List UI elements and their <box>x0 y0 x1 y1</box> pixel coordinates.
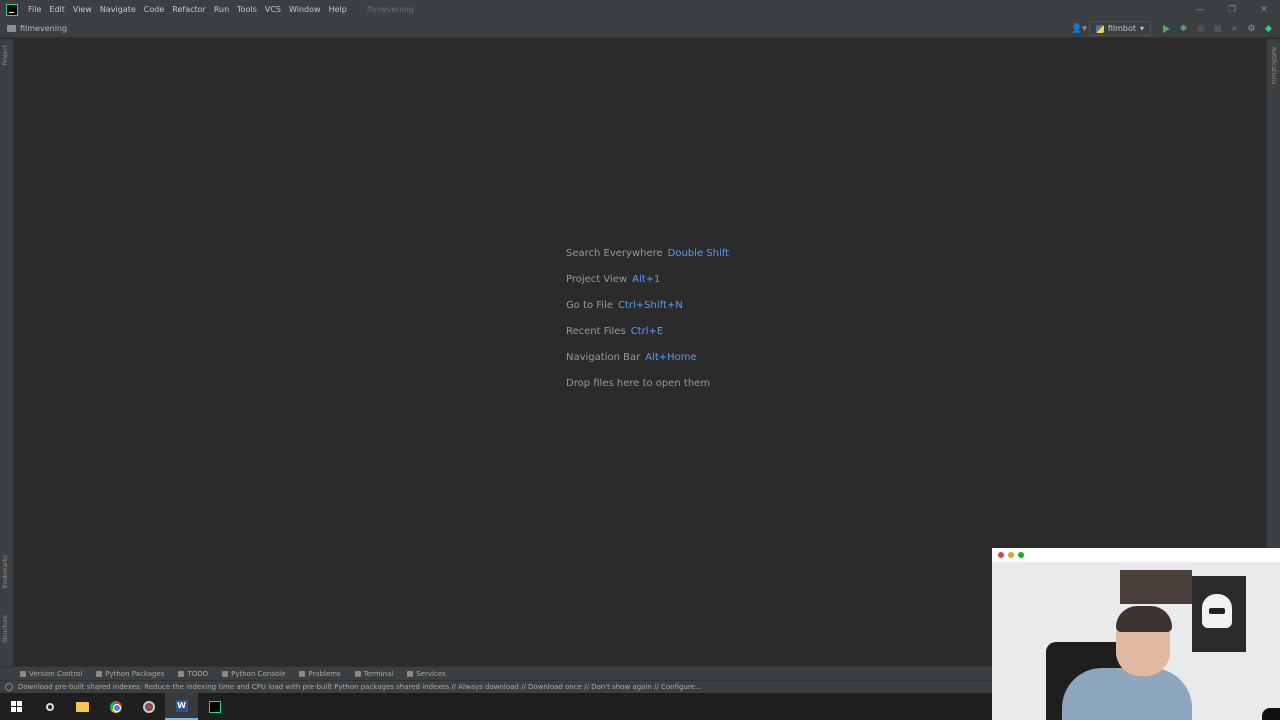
hint-drop-files: Drop files here to open them <box>566 378 711 389</box>
terminal-tab[interactable]: Terminal <box>354 670 393 678</box>
todo-tab[interactable]: TODO <box>178 670 208 678</box>
close-window-button[interactable]: ✕ <box>1248 0 1280 19</box>
hint-go-to-file: Go to File Ctrl+Shift+N <box>566 300 683 311</box>
menu-edit[interactable]: Edit <box>45 0 69 19</box>
bookmarks-tab[interactable]: Bookmarks <box>2 555 9 589</box>
stop-button[interactable]: ■ <box>1210 21 1225 36</box>
menu-navigate[interactable]: Navigate <box>96 0 140 19</box>
shelf-image <box>1120 570 1192 604</box>
hint-search-everywhere: Search Everywhere Double Shift <box>566 248 730 259</box>
notifications-tab[interactable]: Notifications <box>1270 47 1277 85</box>
restore-button[interactable]: ❐ <box>1216 0 1248 19</box>
version-control-tab[interactable]: Version Control <box>20 670 82 678</box>
info-icon <box>5 683 13 691</box>
word-icon: W <box>175 699 188 712</box>
chrome-icon <box>109 700 122 713</box>
branch-icon <box>20 670 26 677</box>
minimize-dot-icon[interactable] <box>1008 552 1014 558</box>
status-message[interactable]: Download pre-built shared indexes: Reduc… <box>18 683 702 691</box>
window-title: filmevening <box>366 5 414 14</box>
run-configuration-selector[interactable]: filmbot ▾ <box>1088 21 1151 36</box>
taskbar-search-button[interactable] <box>33 693 66 720</box>
run-config-label: filmbot <box>1107 24 1136 33</box>
close-dot-icon[interactable] <box>998 552 1004 558</box>
menu-code[interactable]: Code <box>140 0 168 19</box>
list-icon <box>178 670 185 677</box>
taskbar-recorder[interactable] <box>132 693 165 720</box>
search-icon[interactable]: ⌕ <box>1227 21 1242 36</box>
services-tab[interactable]: Services <box>407 670 446 678</box>
menu-help[interactable]: Help <box>325 0 351 19</box>
menu-bar: File Edit View Navigate Code Refactor Ru… <box>0 0 1280 19</box>
taskbar-file-explorer[interactable] <box>66 693 99 720</box>
menu-view[interactable]: View <box>69 0 96 19</box>
search-icon <box>45 702 54 711</box>
hint-navigation-bar: Navigation Bar Alt+Home <box>566 352 697 363</box>
menu-run[interactable]: Run <box>210 0 233 19</box>
menu-tools[interactable]: Tools <box>233 0 261 19</box>
ide-update-icon[interactable]: ◆ <box>1261 21 1276 36</box>
window-controls: — ❐ ✕ <box>1184 0 1280 19</box>
zoom-dot-icon[interactable] <box>1018 552 1024 558</box>
gear-icon[interactable]: ⚙ <box>1244 21 1259 36</box>
taskbar-chrome[interactable] <box>99 693 132 720</box>
hint-project-view: Project View Alt+1 <box>566 274 661 285</box>
record-icon <box>142 700 155 713</box>
chevron-down-icon: ▾ <box>1139 24 1144 33</box>
pycharm-icon <box>208 700 221 713</box>
menu-window[interactable]: Window <box>285 0 325 19</box>
structure-tab[interactable]: Structure <box>2 615 9 643</box>
play-icon <box>1163 24 1170 33</box>
left-tool-strip: Project Bookmarks Structure <box>0 39 14 666</box>
webcam-titlebar <box>992 548 1280 562</box>
webcam-overlay[interactable] <box>992 548 1280 720</box>
webcam-video <box>992 562 1280 720</box>
breadcrumb-project[interactable]: filmevening <box>20 24 67 33</box>
pycharm-logo-icon <box>6 3 18 16</box>
run-button[interactable] <box>1159 21 1174 36</box>
debug-button[interactable]: ✱ <box>1176 21 1191 36</box>
menu-vcs[interactable]: VCS <box>261 0 285 19</box>
package-icon <box>96 670 103 677</box>
folder-icon <box>76 701 89 712</box>
navigation-bar: filmevening 👤▾ filmbot ▾ ✱ ▣ ■ ⌕ ⚙ ◆ <box>0 19 1280 38</box>
coverage-button[interactable]: ▣ <box>1193 21 1208 36</box>
windows-logo-icon <box>11 701 22 712</box>
person-body-image <box>1062 668 1192 720</box>
account-icon[interactable]: 👤▾ <box>1071 21 1087 36</box>
python-packages-tab[interactable]: Python Packages <box>96 670 164 678</box>
hint-recent-files: Recent Files Ctrl+E <box>566 326 664 337</box>
helmet-image <box>1202 594 1232 628</box>
project-tab[interactable]: Project <box>2 45 9 66</box>
services-icon <box>407 670 414 677</box>
folder-icon <box>7 24 16 32</box>
python-console-tab[interactable]: Python Console <box>222 670 285 678</box>
empty-editor-hints: Search Everywhere Double Shift Project V… <box>566 248 729 404</box>
person-hair-image <box>1116 606 1172 632</box>
problems-tab[interactable]: Problems <box>299 670 341 678</box>
problems-icon <box>299 670 306 677</box>
terminal-icon <box>354 670 361 677</box>
taskbar-pycharm[interactable] <box>198 693 231 720</box>
minimize-button[interactable]: — <box>1184 0 1216 19</box>
python-console-icon <box>222 670 229 677</box>
main-toolbar: 👤▾ filmbot ▾ ✱ ▣ ■ ⌕ ⚙ ◆ <box>1071 19 1276 38</box>
menu-file[interactable]: File <box>24 0 45 19</box>
start-button[interactable] <box>0 693 33 720</box>
python-icon <box>1095 24 1104 33</box>
menu-refactor[interactable]: Refactor <box>168 0 210 19</box>
headset-image <box>1262 708 1280 720</box>
taskbar-word[interactable]: W <box>165 693 198 720</box>
